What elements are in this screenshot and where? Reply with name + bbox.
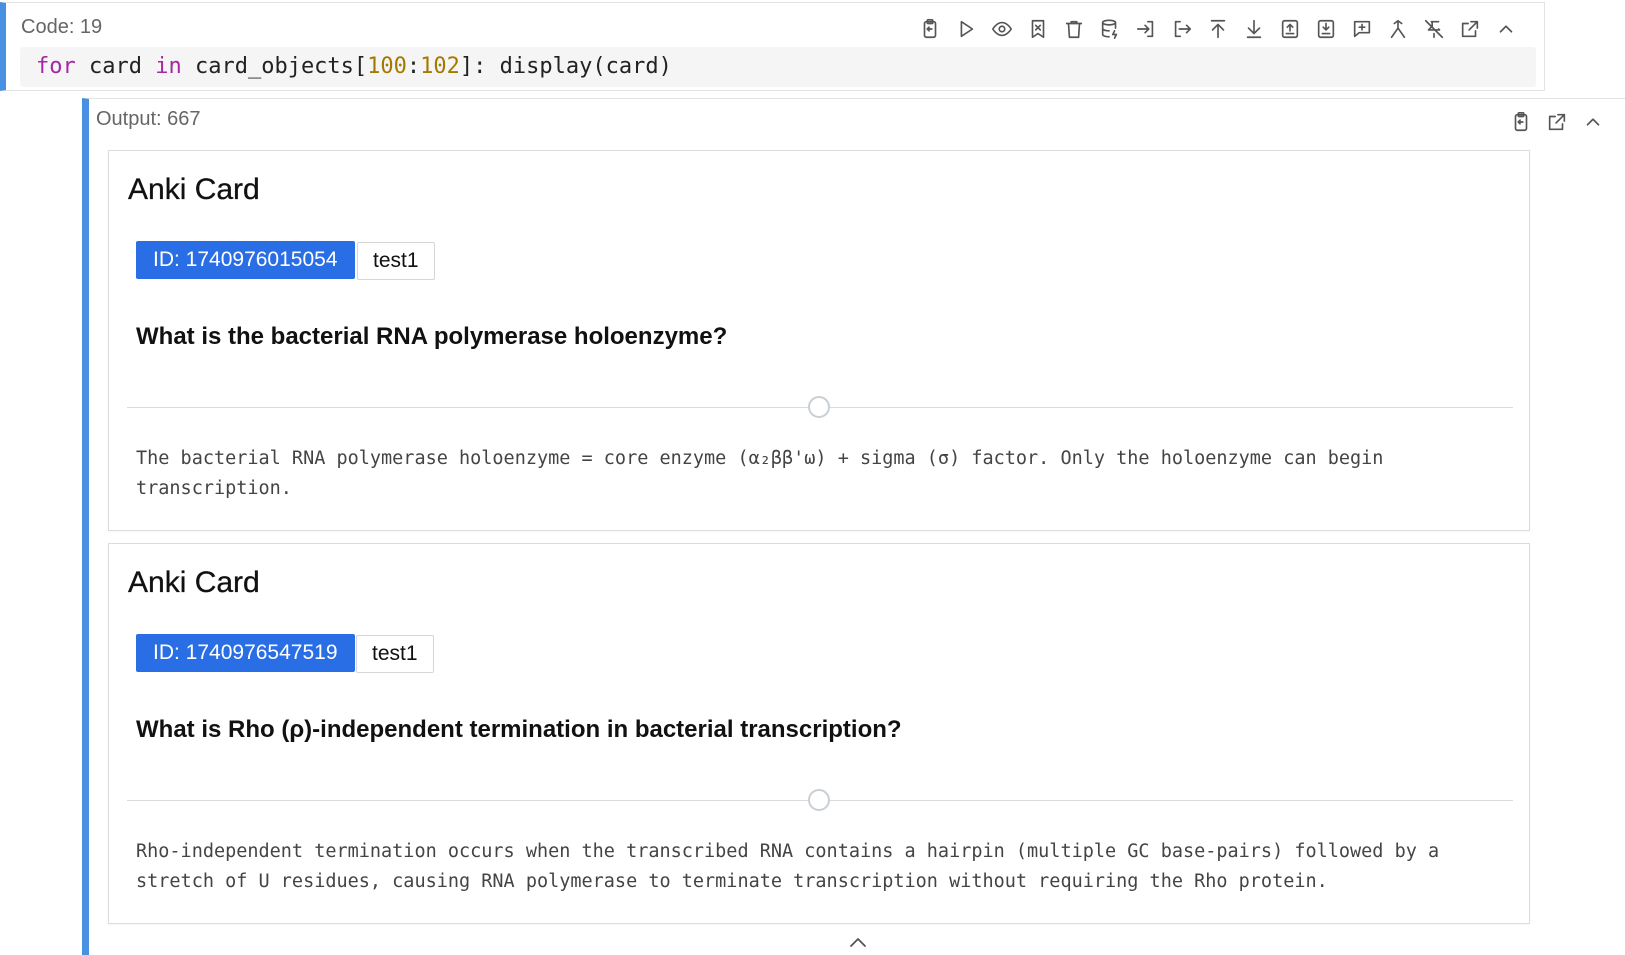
divider <box>127 407 885 408</box>
arrow-down-to-line-icon[interactable] <box>1236 15 1272 43</box>
file-up-icon[interactable] <box>1272 15 1308 43</box>
message-plus-icon[interactable] <box>1344 15 1380 43</box>
anki-card: Anki Card ID: 1740976015054 test1 What i… <box>108 150 1530 531</box>
card-question: What is Rho (ρ)-independent termination … <box>136 716 902 743</box>
run-icon[interactable] <box>948 15 984 43</box>
chevron-up-icon[interactable] <box>1575 108 1611 136</box>
chevron-up-icon[interactable] <box>1488 15 1524 43</box>
external-link-icon[interactable] <box>1539 108 1575 136</box>
logout-icon[interactable] <box>1164 15 1200 43</box>
code-cell-toolbar <box>912 15 1524 43</box>
external-link-icon[interactable] <box>1452 15 1488 43</box>
merge-icon[interactable] <box>1380 15 1416 43</box>
divider-circle-icon <box>808 789 830 811</box>
card-tag-badge: test1 <box>357 242 435 280</box>
divider <box>866 800 1513 801</box>
card-answer: The bacterial RNA polymerase holoenzyme … <box>136 448 1384 499</box>
card-id-badge: ID: 1740976015054 <box>136 241 355 279</box>
code-text: : <box>406 54 421 79</box>
database-icon[interactable] <box>1092 15 1128 43</box>
file-down-icon[interactable] <box>1308 15 1344 43</box>
code-text: ]: display(card) <box>459 54 672 79</box>
card-id-badge: ID: 1740976547519 <box>136 634 355 672</box>
card-question: What is the bacterial RNA polymerase hol… <box>136 323 728 350</box>
code-keyword: for <box>36 54 76 79</box>
anki-card: Anki Card ID: 1740976547519 test1 What i… <box>108 543 1530 924</box>
card-title: Anki Card <box>128 566 260 599</box>
copy-icon[interactable] <box>912 15 948 43</box>
card-tag-badge: test1 <box>356 635 434 673</box>
card-title: Anki Card <box>128 173 260 206</box>
arrow-up-to-line-icon[interactable] <box>1200 15 1236 43</box>
code-number: 102 <box>420 54 460 79</box>
card-answer: Rho-independent termination occurs when … <box>136 841 1440 892</box>
login-icon[interactable] <box>1128 15 1164 43</box>
code-editor[interactable]: for card in card_objects[100:102]: displ… <box>20 47 1536 87</box>
code-cell-label: Code: 19 <box>21 16 103 38</box>
bookmark-x-icon[interactable] <box>1020 15 1056 43</box>
divider <box>866 407 1513 408</box>
chevron-up-icon[interactable] <box>848 935 868 949</box>
code-keyword: in <box>155 54 182 79</box>
trash-icon[interactable] <box>1056 15 1092 43</box>
output-toolbar <box>1503 108 1611 136</box>
code-number: 100 <box>367 54 407 79</box>
pin-off-icon[interactable] <box>1416 15 1452 43</box>
divider <box>127 800 885 801</box>
eye-icon[interactable] <box>984 15 1020 43</box>
copy-icon[interactable] <box>1503 108 1539 136</box>
code-text: card <box>75 54 156 79</box>
code-text: card_objects[ <box>181 54 368 79</box>
code-cell[interactable]: Code: 19 for card in card_objects[100:10… <box>0 2 1545 91</box>
output-label: Output: 667 <box>96 108 201 130</box>
divider-circle-icon <box>808 396 830 418</box>
